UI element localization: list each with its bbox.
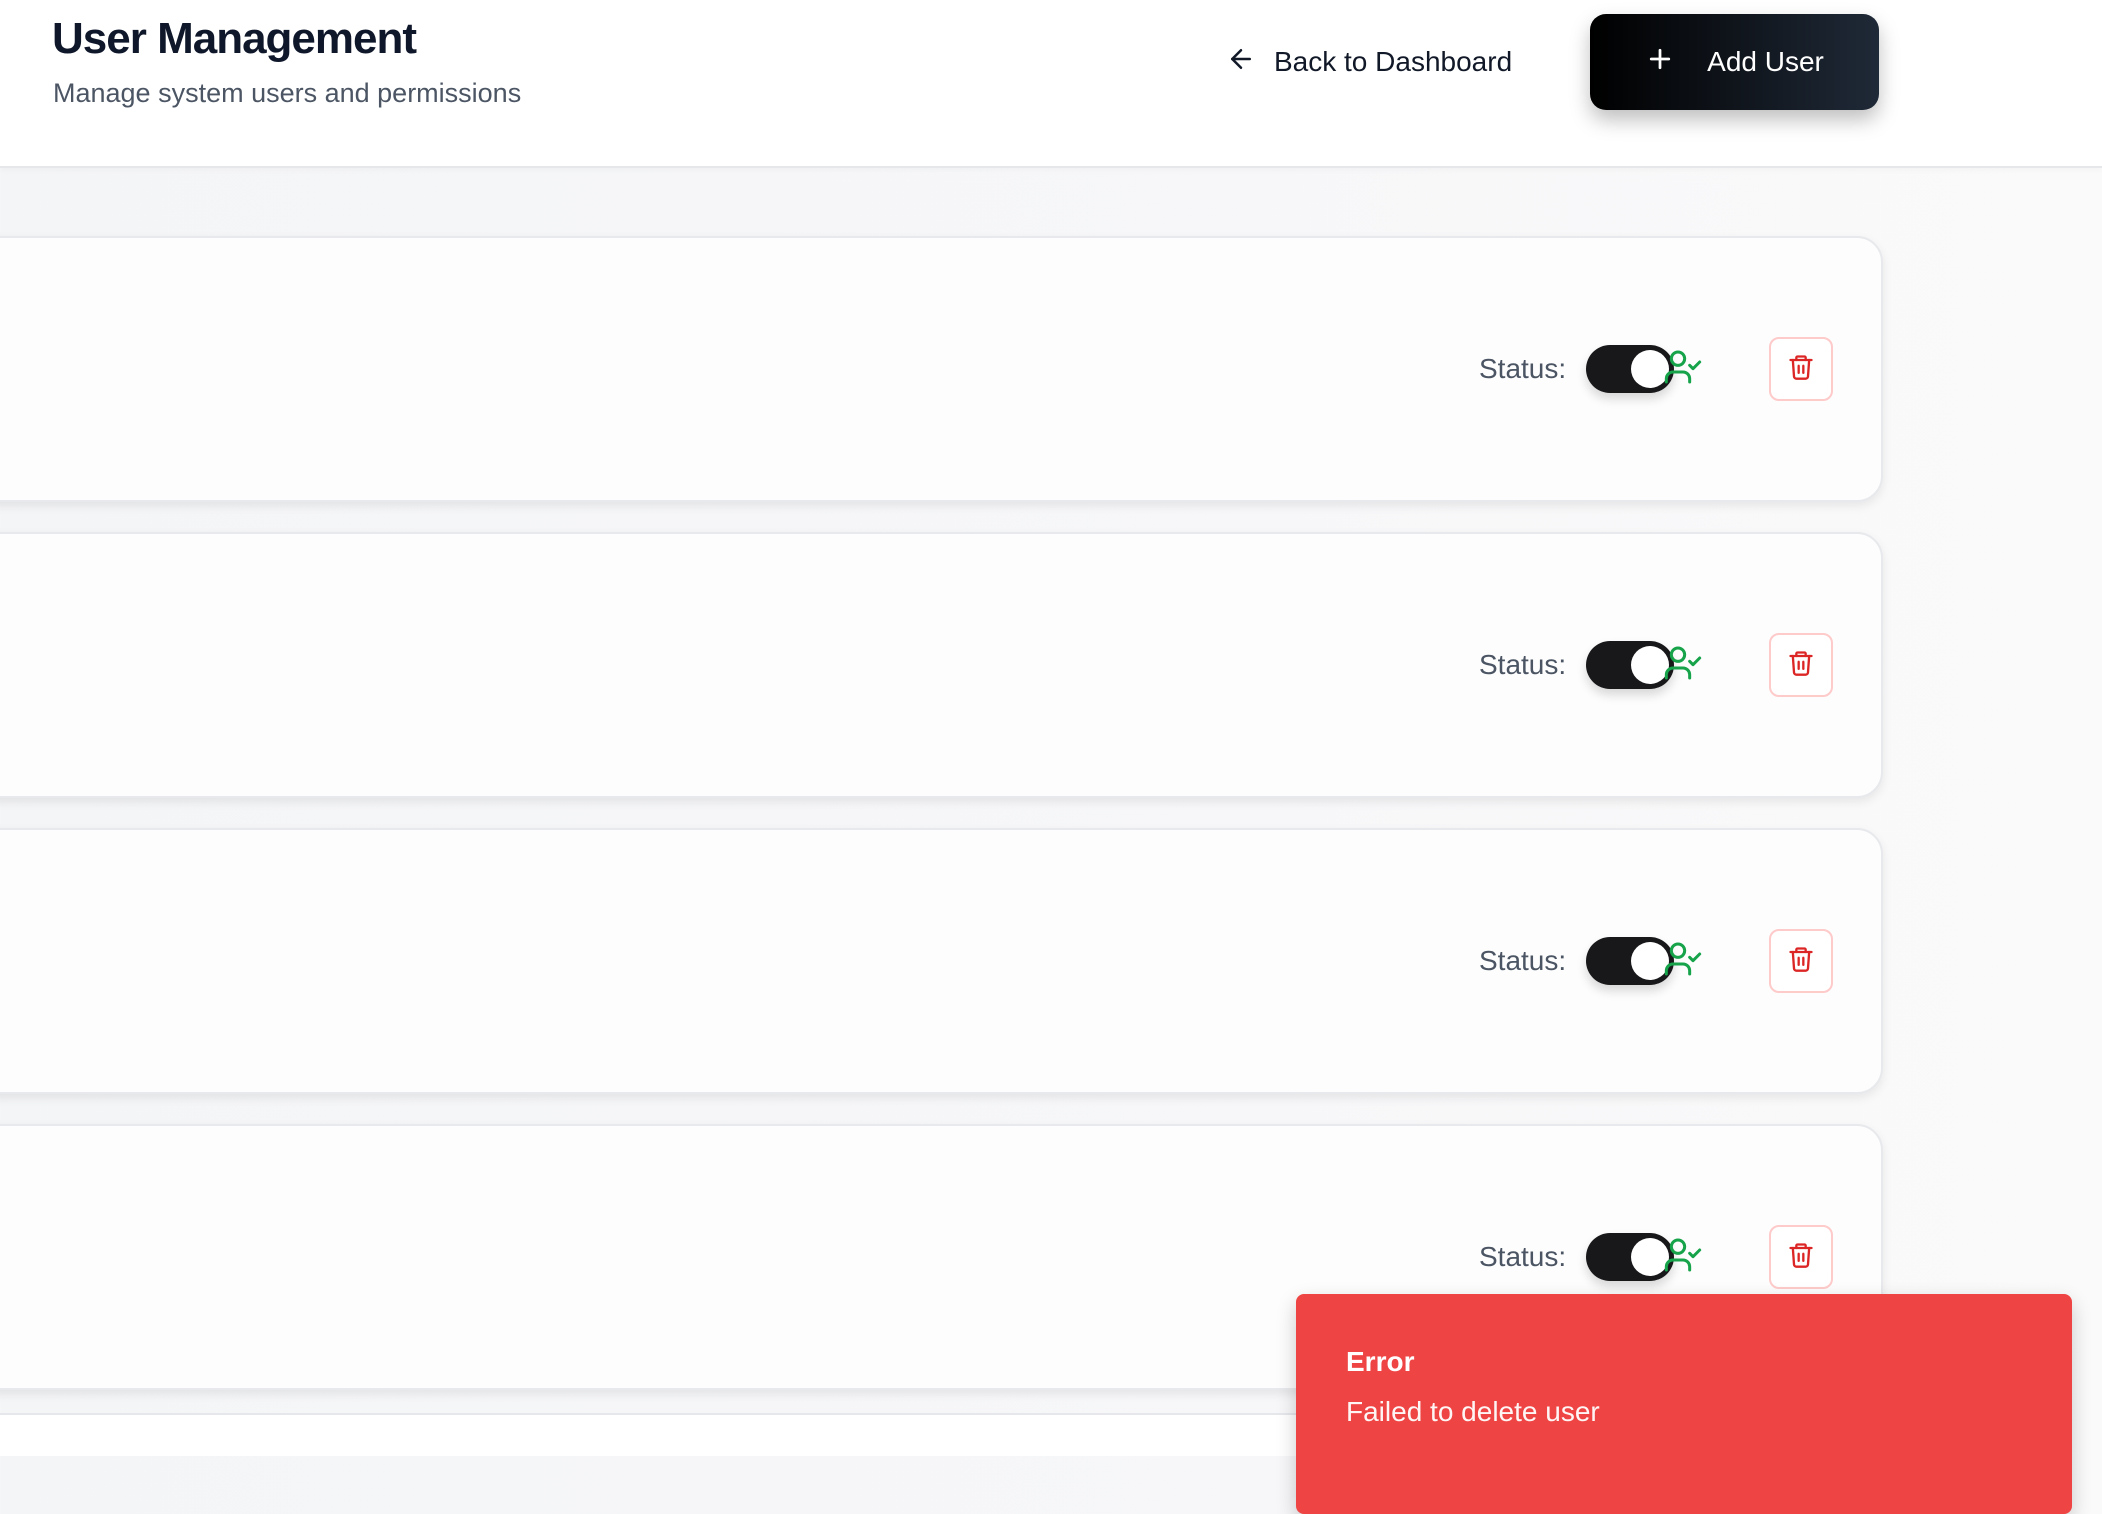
back-to-dashboard-label: Back to Dashboard bbox=[1274, 46, 1513, 77]
status-label: Status: bbox=[1479, 945, 1567, 976]
user-check-icon[interactable] bbox=[1663, 939, 1703, 979]
user-check-icon[interactable] bbox=[1663, 347, 1703, 387]
arrow-left-icon bbox=[1226, 44, 1256, 81]
back-to-dashboard-link[interactable]: Back to Dashboard bbox=[1226, 40, 1512, 84]
user-check-icon[interactable] bbox=[1663, 1235, 1703, 1275]
delete-user-button[interactable] bbox=[1769, 929, 1833, 993]
user-card: Status: bbox=[0, 828, 1883, 1094]
status-label: Status: bbox=[1479, 1241, 1567, 1272]
user-check-icon[interactable] bbox=[1663, 643, 1703, 683]
trash-icon bbox=[1787, 1241, 1815, 1274]
delete-user-button[interactable] bbox=[1769, 337, 1833, 401]
delete-user-button[interactable] bbox=[1769, 1225, 1833, 1289]
trash-icon bbox=[1787, 353, 1815, 386]
plus-icon bbox=[1645, 44, 1675, 81]
trash-icon bbox=[1787, 945, 1815, 978]
page-subtitle: Manage system users and permissions bbox=[53, 78, 522, 108]
delete-user-button[interactable] bbox=[1769, 633, 1833, 697]
trash-icon bbox=[1787, 649, 1815, 682]
user-card: Status: bbox=[0, 532, 1883, 798]
error-toast: Error Failed to delete user bbox=[1296, 1294, 2072, 1514]
page-header: User Management Manage system users and … bbox=[0, 0, 2102, 168]
status-label: Status: bbox=[1479, 353, 1567, 384]
next-card-edge bbox=[0, 1413, 1300, 1456]
status-toggle[interactable] bbox=[1586, 641, 1674, 689]
status-toggle[interactable] bbox=[1586, 1233, 1674, 1281]
toast-message: Failed to delete user bbox=[1346, 1396, 1600, 1427]
toast-title: Error bbox=[1346, 1346, 1415, 1377]
add-user-button[interactable]: Add User bbox=[1590, 14, 1879, 110]
status-toggle[interactable] bbox=[1586, 345, 1674, 393]
status-label: Status: bbox=[1479, 649, 1567, 680]
add-user-label: Add User bbox=[1707, 46, 1824, 77]
status-toggle[interactable] bbox=[1586, 937, 1674, 985]
user-card: Status: bbox=[0, 236, 1883, 502]
page-title: User Management bbox=[52, 14, 417, 63]
